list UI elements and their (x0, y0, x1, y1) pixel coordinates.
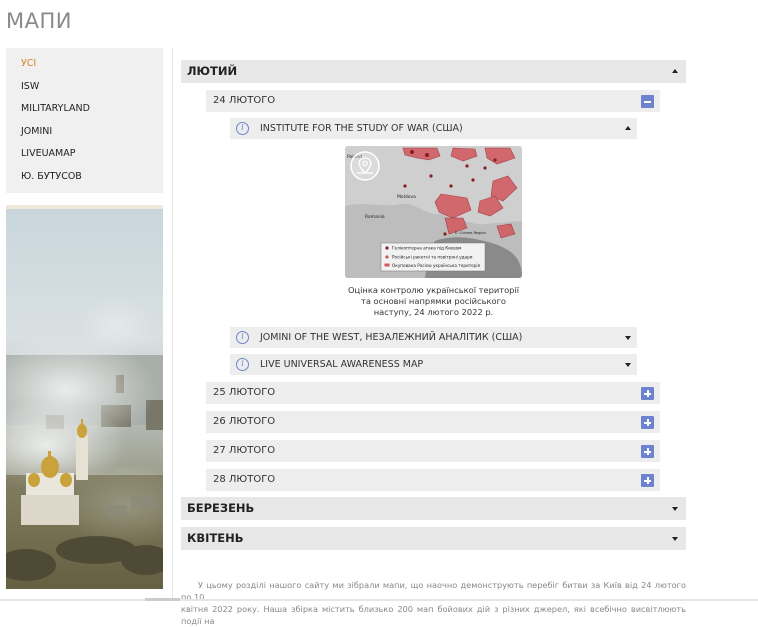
sidebar-nav: УСІ ISW MILITARYLAND JOMINI LIVEUAMAP Ю.… (6, 48, 163, 193)
expand-arrow-icon (625, 335, 631, 340)
legend-item: Окупована Росією українська територія (392, 263, 481, 268)
month-label: КВІТЕНЬ (187, 531, 244, 545)
accordion-month-february[interactable]: ЛЮТИЙ (181, 60, 686, 83)
info-icon: i (236, 122, 249, 135)
month-label: ЛЮТИЙ (187, 64, 238, 78)
map-thumbnail[interactable]: Poland Moldova Romania E. Crimea Region … (345, 146, 522, 278)
intro-line: квітня 2022 року. Наша збірка містить бл… (181, 604, 686, 626)
page-title: МАПИ (6, 9, 72, 33)
day-label: 25 ЛЮТОГО (213, 387, 276, 398)
day-label: 26 ЛЮТОГО (213, 416, 276, 427)
accordion-source-isw[interactable]: i INSTITUTE FOR THE STUDY OF WAR (США) (230, 118, 637, 139)
day-label: 28 ЛЮТОГО (213, 474, 276, 485)
day-label: 27 ЛЮТОГО (213, 445, 276, 456)
expand-plus-icon (641, 387, 654, 400)
accordion-day-24[interactable]: 24 ЛЮТОГО (206, 90, 660, 112)
source-label: JOMINI OF THE WEST, НЕЗАЛЕЖНИЙ АНАЛІТИК … (260, 332, 523, 343)
collapse-arrow-icon (672, 68, 678, 73)
column-divider (172, 48, 173, 601)
accordion-month-march[interactable]: БЕРЕЗЕНЬ (181, 497, 686, 520)
sidebar-item-militaryland[interactable]: MILITARYLAND (6, 98, 163, 121)
expand-arrow-icon (672, 506, 678, 511)
map-label-crimea: E. Crimea Region (455, 231, 486, 235)
expand-arrow-icon (672, 536, 678, 541)
collapse-minus-icon (641, 95, 654, 108)
expand-plus-icon (641, 416, 654, 429)
map-label-moldova: Moldova (397, 194, 416, 200)
map-label-romania: Romania (365, 214, 385, 220)
caption-line: наступу, 24 лютого 2022 р. (373, 307, 494, 317)
expand-plus-icon (641, 474, 654, 487)
map-caption: Оцінка контролю української території та… (340, 285, 527, 318)
accordion-day-28[interactable]: 28 ЛЮТОГО (206, 469, 660, 491)
accordion-source-liveuamap[interactable]: i LIVE UNIVERSAL AWARENESS MAP (230, 354, 637, 375)
legend-item: Російські ракетні та повітряні удари (392, 255, 473, 260)
kyiv-fog-photo (6, 205, 163, 589)
sidebar-item-liveuamap[interactable]: LIVEUAMAP (6, 143, 163, 166)
accordion-source-jomini[interactable]: i JOMINI OF THE WEST, НЕЗАЛЕЖНИЙ АНАЛІТИ… (230, 327, 637, 348)
sidebar-item-jomini[interactable]: JOMINI (6, 121, 163, 144)
day-label: 24 ЛЮТОГО (213, 95, 276, 106)
sidebar-item-all[interactable]: УСІ (6, 53, 163, 76)
info-icon: i (236, 331, 249, 344)
sidebar-item-butusov[interactable]: Ю. БУТУСОВ (6, 166, 163, 189)
accordion-month-april[interactable]: КВІТЕНЬ (181, 527, 686, 550)
intro-paragraph: У цьому розділі нашого сайту ми зібрали … (181, 579, 686, 627)
info-icon: i (236, 358, 249, 371)
accordion-day-27[interactable]: 27 ЛЮТОГО (206, 440, 660, 462)
accordion-day-26[interactable]: 26 ЛЮТОГО (206, 411, 660, 433)
caption-line: Оцінка контролю української території (347, 285, 520, 295)
accordion-day-25[interactable]: 25 ЛЮТОГО (206, 382, 660, 404)
expand-plus-icon (641, 445, 654, 458)
expand-arrow-icon (625, 362, 631, 367)
collapse-arrow-icon (625, 125, 631, 130)
legend-item: Гелікоптерна атака під Києвом (392, 246, 461, 251)
sidebar-item-isw[interactable]: ISW (6, 76, 163, 99)
month-label: БЕРЕЗЕНЬ (187, 501, 255, 515)
source-label: INSTITUTE FOR THE STUDY OF WAR (США) (260, 123, 463, 134)
caption-line: та основні напрямки російського (360, 296, 507, 306)
source-label: LIVE UNIVERSAL AWARENESS MAP (260, 359, 424, 370)
